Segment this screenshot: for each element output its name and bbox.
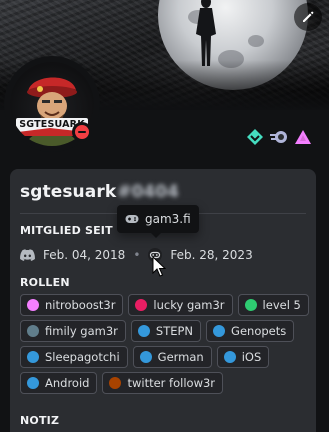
role-pill[interactable]: lucky gam3r (128, 294, 233, 316)
role-color-dot (139, 351, 152, 363)
role-color-dot (213, 325, 226, 337)
dnd-status-icon (75, 125, 89, 139)
role-label: nitroboost3r (45, 298, 116, 312)
role-pill[interactable]: level 5 (237, 294, 309, 316)
discord-member-date: Feb. 04, 2018 (43, 248, 126, 262)
role-color-dot (27, 351, 39, 363)
status-indicator (72, 122, 92, 142)
role-label: twitter follow3r (127, 376, 216, 390)
avatar-frame[interactable]: SGTESUARK (4, 56, 100, 152)
profile-card: sgtesuark #0404 MITGLIED SEIT gam3.fi Fe… (10, 169, 316, 432)
role-pill[interactable]: Genopets (206, 320, 295, 342)
silhouette-figure (196, 0, 216, 66)
note-heading: NOTIZ (20, 414, 60, 427)
roles-list: nitroboost3r lucky gam3r level 5 fimily … (20, 294, 310, 394)
role-label: fimily gam3r (45, 324, 118, 338)
role-color-dot (223, 351, 236, 363)
tooltip-label: gam3.fi (145, 212, 191, 226)
mouse-cursor-icon (152, 256, 166, 277)
role-label: level 5 (262, 298, 301, 312)
role-pill[interactable]: German (132, 346, 212, 368)
gamepad-icon (125, 215, 139, 223)
role-color-dot (135, 299, 148, 311)
member-since-row: Feb. 04, 2018 • Feb. 28, 2023 (20, 245, 253, 265)
role-color-dot (27, 377, 39, 389)
role-label: Android (45, 376, 90, 390)
role-label: STEPN (155, 324, 194, 338)
role-pill[interactable]: STEPN (130, 320, 202, 342)
role-label: Sleepagotchi (45, 350, 120, 364)
user-profile-popout: SGTESUARK sgtesuark #0404 MITGLIED SEIT … (0, 0, 329, 432)
role-color-dot (244, 299, 257, 311)
role-label: German (157, 350, 204, 364)
hypesquad-balance-icon[interactable] (245, 127, 265, 147)
role-label: Genopets (231, 324, 287, 338)
nitro-boost-triangle-icon[interactable] (293, 127, 313, 147)
pencil-icon (303, 11, 314, 22)
role-pill[interactable]: nitroboost3r (20, 294, 124, 316)
role-label: lucky gam3r (153, 298, 225, 312)
role-pill[interactable]: fimily gam3r (20, 320, 126, 342)
discord-logo-icon (20, 249, 35, 261)
role-color-dot (27, 325, 39, 337)
role-color-dot (109, 377, 122, 389)
username[interactable]: sgtesuark (20, 182, 116, 202)
roles-heading: ROLLEN (20, 276, 70, 289)
name-row: sgtesuark #0404 (20, 179, 179, 205)
role-pill[interactable]: twitter follow3r (102, 372, 224, 394)
role-pill[interactable]: iOS (216, 346, 270, 368)
nitro-orb-icon[interactable] (269, 127, 289, 147)
separator-dot: • (133, 248, 141, 262)
role-color-dot (27, 299, 39, 311)
role-pill[interactable]: Android (20, 372, 98, 394)
server-member-date: Feb. 28, 2023 (170, 248, 253, 262)
discriminator: #0404 (117, 182, 179, 202)
edit-profile-button[interactable] (294, 3, 322, 31)
profile-badges (245, 126, 313, 148)
server-tooltip: gam3.fi (117, 205, 199, 238)
member-since-heading: MITGLIED SEIT (20, 224, 113, 237)
role-pill[interactable]: Sleepagotchi (20, 346, 128, 368)
role-color-dot (137, 325, 150, 337)
role-label: iOS (241, 350, 262, 364)
